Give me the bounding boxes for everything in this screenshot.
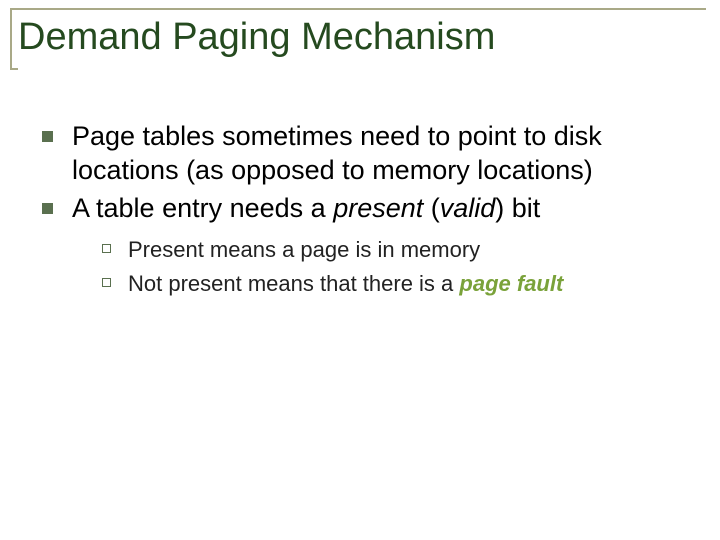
bullet-text-em: valid	[440, 193, 496, 223]
slide-body: Page tables sometimes need to point to d…	[38, 120, 690, 303]
bullet-text-mid: (	[423, 193, 440, 223]
sub-bullet-text-prefix: Not present means that there is a	[128, 271, 459, 296]
bullet-text-em: present	[333, 193, 423, 223]
slide: Demand Paging Mechanism Page tables some…	[0, 0, 720, 540]
slide-title: Demand Paging Mechanism	[14, 10, 495, 66]
bullet-list: Page tables sometimes need to point to d…	[38, 120, 690, 299]
sub-bullet-list: Present means a page is in memory Not pr…	[72, 235, 690, 298]
title-area: Demand Paging Mechanism	[14, 12, 706, 68]
bullet-text: Page tables sometimes need to point to d…	[72, 121, 602, 185]
bullet-text-suffix: ) bit	[495, 193, 540, 223]
sub-bullet-item: Present means a page is in memory	[100, 235, 690, 265]
bullet-item: A table entry needs a present (valid) bi…	[38, 192, 690, 299]
bullet-text-prefix: A table entry needs a	[72, 193, 333, 223]
sub-bullet-text: Present means a page is in memory	[128, 237, 480, 262]
bullet-item: Page tables sometimes need to point to d…	[38, 120, 690, 188]
sub-bullet-text-em: page fault	[459, 271, 563, 296]
sub-bullet-item: Not present means that there is a page f…	[100, 269, 690, 299]
